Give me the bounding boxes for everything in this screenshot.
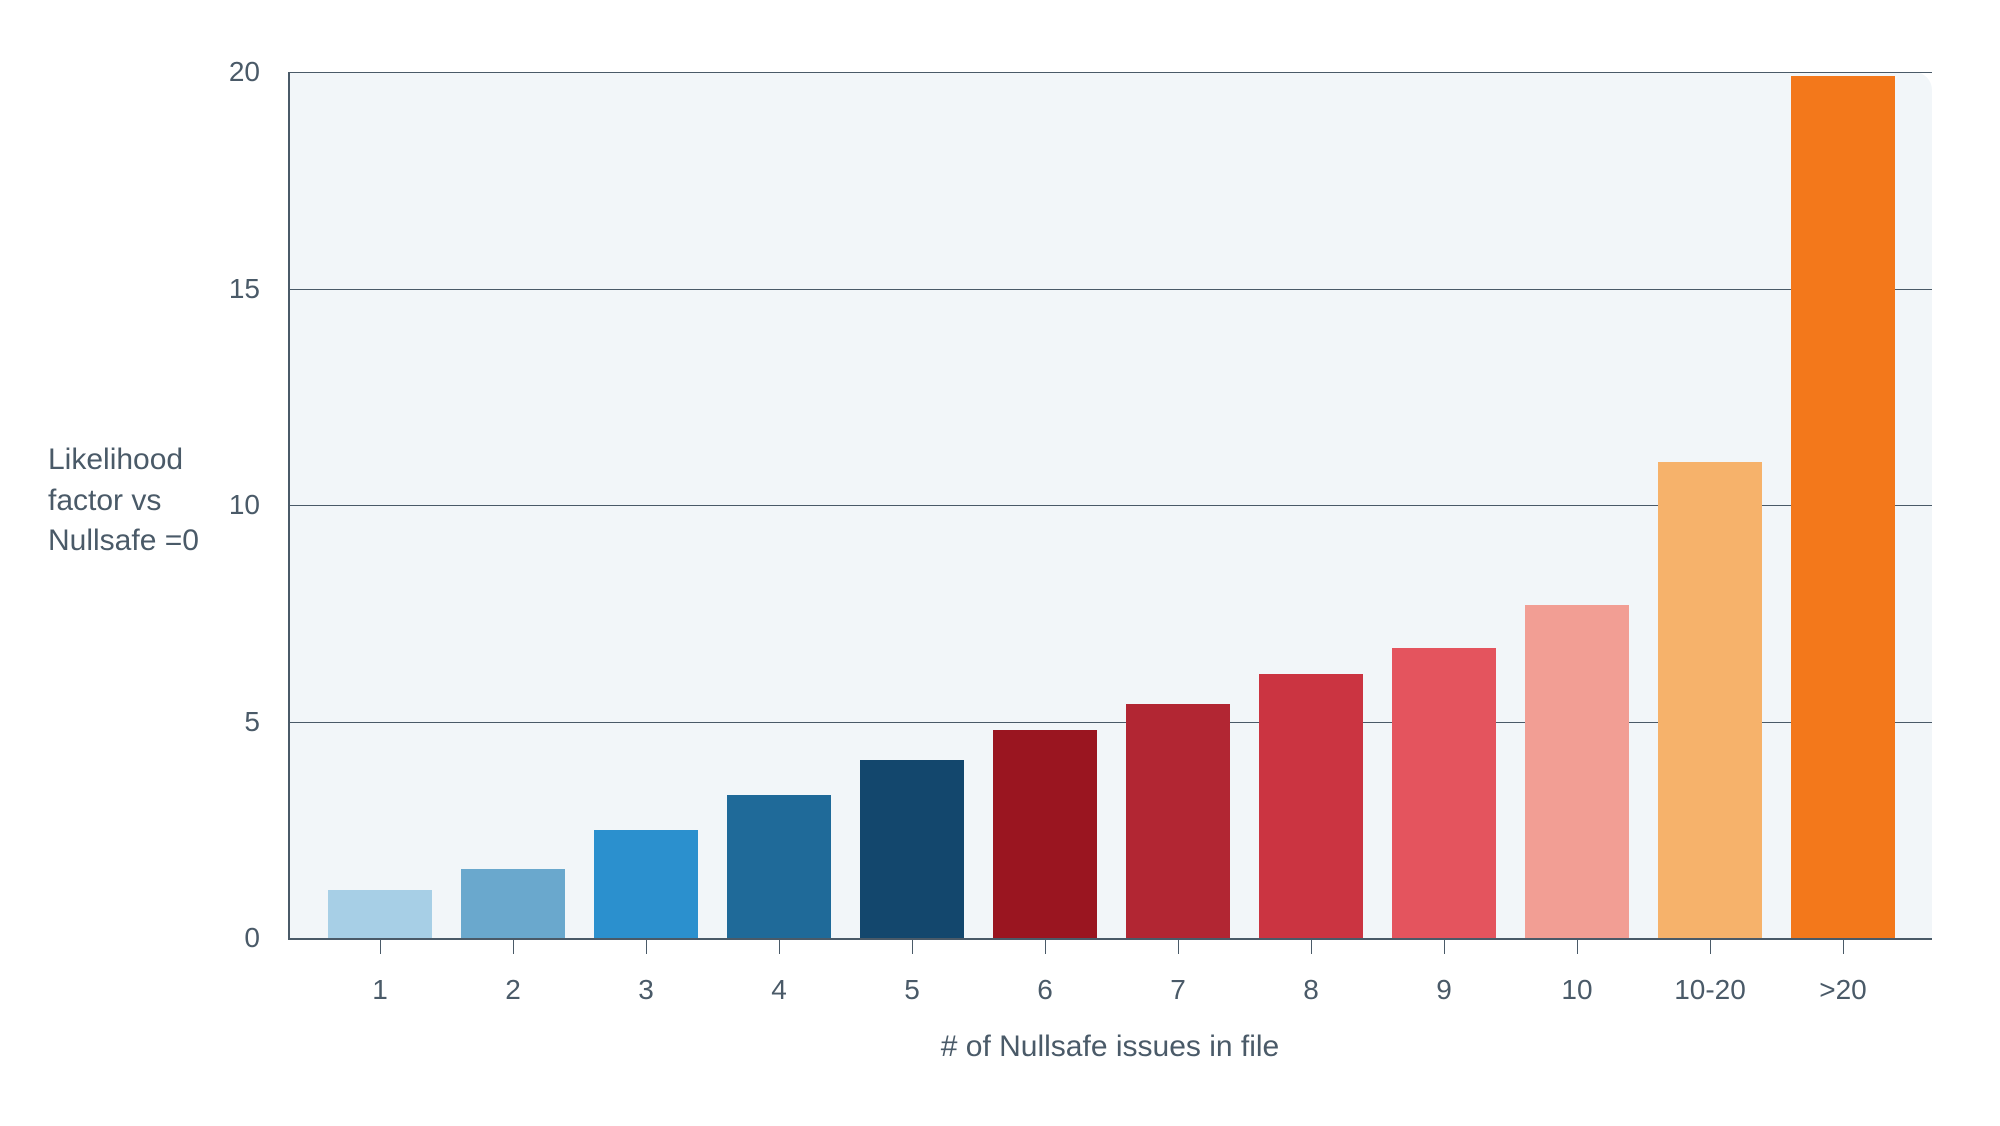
bar: [1658, 462, 1762, 938]
y-axis: [288, 72, 290, 938]
x-tick-label: 4: [771, 974, 787, 1006]
chart-container: 05101520 1234567891010-20>20 Likelihoodf…: [0, 0, 2000, 1126]
y-tick-label: 15: [0, 273, 260, 305]
x-tick-label: 10: [1561, 974, 1592, 1006]
x-tick: [912, 938, 913, 954]
x-tick: [1843, 938, 1844, 954]
x-tick-label: 1: [372, 974, 388, 1006]
y-tick-label: 20: [0, 56, 260, 88]
y-tick-label: 0: [0, 922, 260, 954]
bar: [1259, 674, 1363, 938]
x-tick: [779, 938, 780, 954]
x-tick-label: 9: [1436, 974, 1452, 1006]
x-axis: [288, 938, 1932, 940]
bar: [1525, 605, 1629, 938]
bar: [993, 730, 1097, 938]
bar: [461, 869, 565, 938]
x-tick: [1178, 938, 1179, 954]
y-axis-label: Likelihoodfactor vsNullsafe =0: [48, 440, 199, 562]
x-tick: [646, 938, 647, 954]
bar: [1791, 76, 1895, 938]
x-tick: [1577, 938, 1578, 954]
x-tick-label: 3: [638, 974, 654, 1006]
x-tick-label: 6: [1037, 974, 1053, 1006]
bar: [328, 890, 432, 938]
x-axis-label: # of Nullsafe issues in file: [941, 1030, 1280, 1064]
x-tick: [513, 938, 514, 954]
x-tick-label: 10-20: [1674, 974, 1746, 1006]
x-tick-label: 7: [1170, 974, 1186, 1006]
bar: [860, 760, 964, 938]
x-tick-label: 8: [1303, 974, 1319, 1006]
x-tick: [380, 938, 381, 954]
bar: [727, 795, 831, 938]
x-tick-label: 5: [904, 974, 920, 1006]
x-tick: [1311, 938, 1312, 954]
bars-layer: [288, 72, 1932, 938]
x-tick: [1045, 938, 1046, 954]
bar: [594, 830, 698, 938]
x-tick: [1710, 938, 1711, 954]
bar: [1126, 704, 1230, 938]
x-tick: [1444, 938, 1445, 954]
x-tick-label: 2: [505, 974, 521, 1006]
x-tick-label: >20: [1819, 974, 1867, 1006]
bar: [1392, 648, 1496, 938]
y-tick-label: 5: [0, 706, 260, 738]
